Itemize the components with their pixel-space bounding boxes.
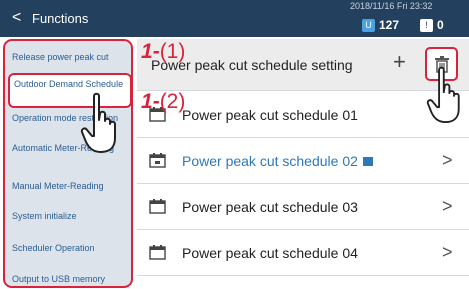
main-content: Power peak cut schedule setting + Power … [137,39,469,289]
sidebar-item-manual-meter-reading[interactable]: Manual Meter-Reading [12,181,131,191]
schedule-row[interactable]: Power peak cut schedule 02 > [137,138,469,184]
schedule-label: Power peak cut schedule 04 [182,245,358,261]
status-alert: ! 0 [420,18,444,32]
schedule-row[interactable]: Power peak cut schedule 03 > [137,184,469,230]
active-schedule-icon [362,156,373,166]
add-button[interactable]: + [393,51,406,73]
datetime: 2018/11/16 Fri 23:32 [350,1,433,11]
annotation-sub: (1) [159,40,186,63]
sidebar-item-output-to-usb-memory[interactable]: Output to USB memory [12,274,131,284]
annotation-step: 1 [141,90,153,113]
chevron-right-icon[interactable]: > [442,242,453,263]
sidebar-item-release-power-peak-cut[interactable]: Release power peak cut [12,52,131,62]
calendar-icon [149,245,166,260]
status-count: 127 [379,18,400,32]
sidebar-item-label: Release power peak cut [12,52,109,62]
pointing-hand-icon [80,92,116,153]
sidebar-item-scheduler-operation[interactable]: Scheduler Operation [12,243,131,253]
annotation-step: 1 [141,40,153,63]
title-bar: < Functions 2018/11/16 Fri 23:32 U 127 !… [0,0,469,37]
sidebar-item-label: Outdoor Demand Schedule [14,79,124,89]
back-button[interactable]: < [12,9,21,27]
sidebar: Release power peak cut Outdoor Demand Sc… [3,39,133,288]
schedule-label: Power peak cut schedule 02 [182,153,358,169]
step-annotation-1-2: 1-(2) [141,90,185,114]
section-header: Power peak cut schedule setting + [137,39,469,91]
alert-icon: ! [420,18,433,32]
sidebar-item-label: Manual Meter-Reading [12,181,104,191]
calendar-icon [149,199,166,214]
chevron-right-icon[interactable]: > [442,150,453,171]
step-annotation-1-1: 1-(1) [141,40,185,64]
annotation-sub: (2) [159,90,186,113]
schedule-label-active: Power peak cut schedule 02 [182,153,373,169]
page-title: Functions [32,11,89,26]
sidebar-item-system-initialize[interactable]: System initialize [12,211,131,221]
calendar-icon [149,153,166,168]
sidebar-item-label: Scheduler Operation [12,243,95,253]
status-blue: U 127 [362,18,399,32]
alert-count: 0 [437,18,444,32]
unit-icon: U [362,18,375,32]
annotation-dash: - [152,40,160,63]
schedule-row[interactable]: Power peak cut schedule 04 > [137,230,469,276]
schedule-row[interactable]: Power peak cut schedule 01 [137,92,469,138]
pointing-hand-icon [426,66,460,124]
annotation-dash: - [152,90,160,113]
sidebar-item-label: Output to USB memory [12,274,106,284]
schedule-label: Power peak cut schedule 03 [182,199,358,215]
sidebar-item-label: System initialize [12,211,77,221]
schedule-label: Power peak cut schedule 01 [182,107,358,123]
chevron-right-icon[interactable]: > [442,196,453,217]
